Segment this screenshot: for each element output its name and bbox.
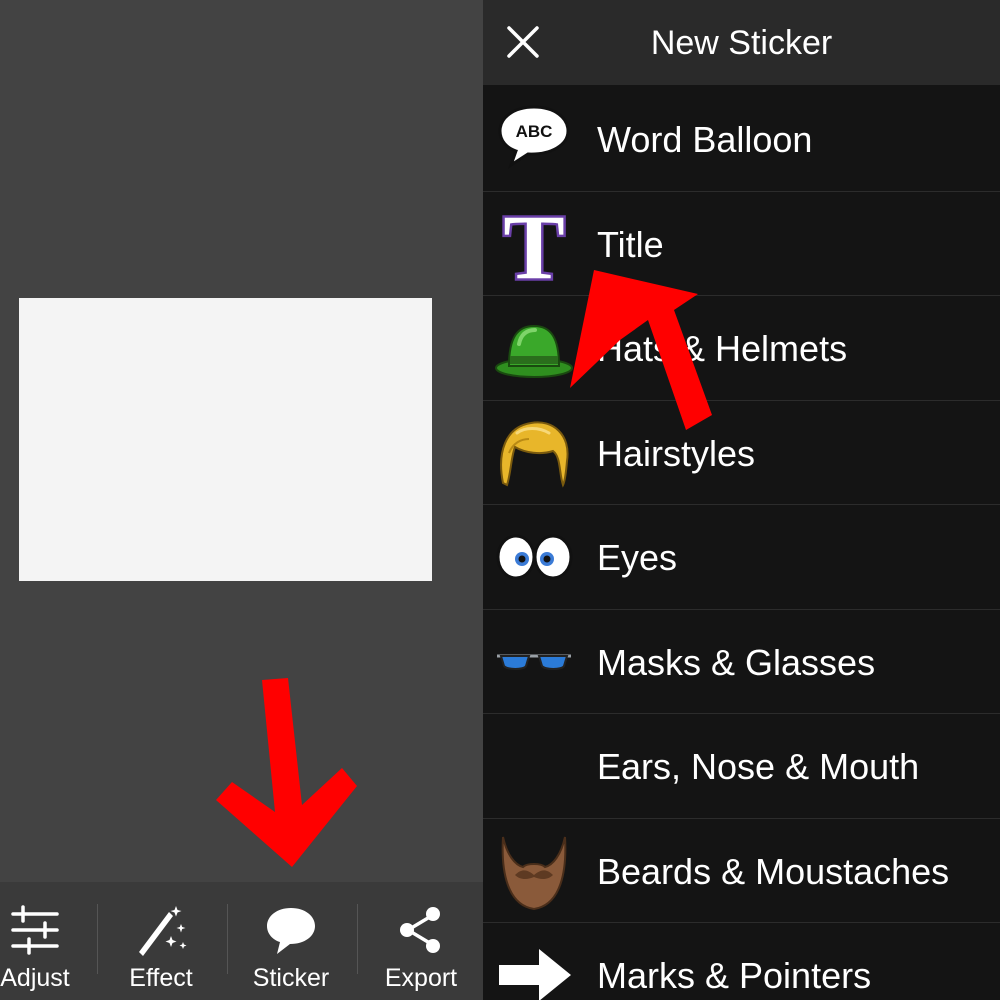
category-label: Ears, Nose & Mouth (597, 746, 920, 787)
word-balloon-icon: ABC (498, 105, 570, 169)
canvas-area (0, 0, 483, 882)
category-word-balloon[interactable]: ABC Word Balloon (483, 87, 1000, 192)
category-marks-pointers[interactable]: Marks & Pointers (483, 923, 1000, 1000)
hairstyle-icon (500, 420, 569, 488)
speech-bubble-icon (267, 908, 315, 954)
share-icon (400, 907, 440, 953)
toolbar-divider (227, 904, 228, 974)
effect-button[interactable]: Effect (101, 882, 221, 1000)
panel-title: New Sticker (650, 24, 833, 62)
toolbar-divider (357, 904, 358, 974)
export-label: Export (384, 964, 458, 992)
magic-wand-icon (139, 906, 187, 956)
sticker-category-list: ABC Word Balloon T Title Hats & Helmets (483, 87, 1000, 1000)
category-label: Title (597, 223, 664, 265)
adjust-button[interactable]: Adjust (0, 882, 95, 1000)
category-label: Beards & Moustaches (597, 850, 950, 892)
category-label: Eyes (597, 537, 678, 578)
category-label: Hats & Helmets (597, 328, 848, 369)
sticker-label: Sticker (252, 964, 330, 992)
category-label: Masks & Glasses (597, 641, 876, 683)
bottom-toolbar: Adjust Effect Sticker Export (0, 882, 483, 1000)
sticker-button[interactable]: Sticker (231, 882, 351, 1000)
category-label: Hairstyles (597, 432, 756, 474)
svg-text:T: T (503, 204, 564, 284)
category-title[interactable]: T Title (483, 192, 1000, 296)
category-masks-glasses[interactable]: Masks & Glasses (483, 610, 1000, 714)
adjust-label: Adjust (0, 964, 70, 992)
toolbar-divider (97, 904, 98, 974)
editor-pane: Adjust Effect Sticker Export (0, 0, 483, 1000)
eyes-icon (496, 534, 573, 580)
sticker-panel: New Sticker ABC Word Balloon T Title Hat… (483, 0, 1000, 1000)
photo-canvas[interactable] (19, 298, 432, 581)
panel-header: New Sticker (483, 0, 1000, 85)
effect-label: Effect (129, 964, 193, 992)
glasses-icon (497, 654, 571, 670)
export-button[interactable]: Export (361, 882, 481, 1000)
category-ears-nose-mouth[interactable]: Ears, Nose & Mouth (483, 714, 1000, 819)
arrow-pointer-icon (499, 949, 571, 1000)
svg-text:ABC: ABC (516, 122, 553, 141)
bowler-hat-icon (495, 324, 573, 378)
category-beards-moustaches[interactable]: Beards & Moustaches (483, 819, 1000, 923)
category-hairstyles[interactable]: Hairstyles (483, 401, 1000, 505)
beard-icon (501, 836, 567, 910)
category-eyes[interactable]: Eyes (483, 505, 1000, 610)
sliders-icon (11, 905, 59, 955)
category-label: Marks & Pointers (597, 955, 872, 996)
category-label: Word Balloon (597, 119, 813, 160)
title-letter-icon: T (501, 204, 567, 284)
category-hats-helmets[interactable]: Hats & Helmets (483, 296, 1000, 401)
